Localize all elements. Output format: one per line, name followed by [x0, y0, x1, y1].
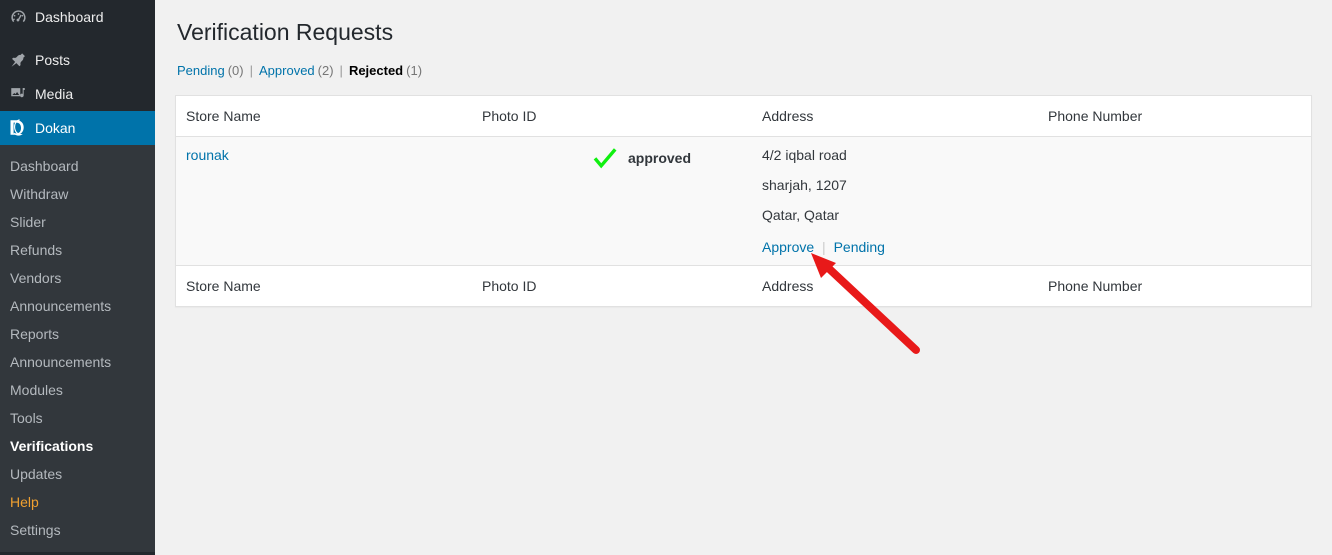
column-header-address[interactable]: Address	[752, 96, 1038, 137]
store-name-link[interactable]: rounak	[186, 147, 229, 163]
column-header-photo-id[interactable]: Photo ID	[472, 96, 752, 137]
sidebar-item-media[interactable]: Media	[0, 77, 155, 111]
status-filter-rejected: Rejected (1)	[349, 61, 422, 81]
submenu-item-announcements-2[interactable]: Announcements	[0, 348, 155, 376]
address-line-1: 4/2 iqbal road	[762, 147, 847, 163]
main-content: Verification Requests Pending (0) | Appr…	[155, 0, 1332, 555]
dashboard-gauge-icon	[1, 0, 35, 34]
status-filter-list: Pending (0) | Approved (2) | Rejected (1…	[175, 61, 1312, 81]
status-filter-approved-count: (2)	[317, 63, 334, 78]
sidebar-item-label: Posts	[35, 52, 71, 68]
photo-id-status-label: approved	[628, 150, 692, 166]
pending-link[interactable]: Pending	[834, 239, 885, 255]
status-filter-pending: Pending (0) |	[177, 61, 259, 81]
column-footer-store-name[interactable]: Store Name	[176, 265, 472, 306]
status-filter-approved: Approved (2) |	[259, 61, 349, 81]
column-header-phone-number[interactable]: Phone Number	[1038, 96, 1311, 137]
column-footer-phone-number[interactable]: Phone Number	[1038, 265, 1311, 306]
cell-store-name: rounak	[176, 137, 472, 265]
green-check-icon	[592, 145, 618, 171]
submenu-item-verifications[interactable]: Verifications	[0, 432, 155, 460]
column-header-store-name[interactable]: Store Name	[176, 96, 472, 137]
cell-phone-number	[1038, 137, 1311, 265]
status-filter-pending-count: (0)	[227, 63, 244, 78]
row-actions: Approve | Pending	[762, 237, 1028, 257]
filter-separator: |	[339, 63, 343, 78]
sidebar-item-posts[interactable]: Posts	[0, 43, 155, 77]
sidebar-item-label: Dokan	[35, 120, 76, 136]
submenu-item-announcements[interactable]: Announcements	[0, 292, 155, 320]
verification-requests-table: Store Name Photo ID Address Phone Number…	[175, 95, 1312, 307]
sidebar-item-dashboard[interactable]: Dashboard	[0, 0, 155, 34]
column-footer-address[interactable]: Address	[752, 265, 1038, 306]
submenu-item-slider[interactable]: Slider	[0, 208, 155, 236]
address-line-3: Qatar, Qatar	[762, 207, 840, 223]
table-body: rounak approved 4/2 iqbal road sharjah, …	[176, 137, 1311, 265]
table-head: Store Name Photo ID Address Phone Number	[176, 96, 1311, 137]
table-row: rounak approved 4/2 iqbal road sharjah, …	[176, 137, 1311, 265]
cell-address: 4/2 iqbal road sharjah, 1207 Qatar, Qata…	[752, 137, 1038, 265]
sidebar-item-label: Dashboard	[35, 9, 104, 25]
photo-id-status: approved	[592, 145, 691, 171]
submenu-item-updates[interactable]: Updates	[0, 460, 155, 488]
page-title: Verification Requests	[177, 19, 394, 45]
submenu-item-withdraw[interactable]: Withdraw	[0, 180, 155, 208]
submenu-item-dashboard[interactable]: Dashboard	[0, 152, 155, 180]
status-filter-rejected-count: (1)	[406, 63, 423, 78]
sidebar-separator	[0, 34, 155, 43]
submenu-item-vendors[interactable]: Vendors	[0, 264, 155, 292]
screen-root: Dashboard Posts Media Dokan Dashboard Wi…	[0, 0, 1332, 555]
filter-separator: |	[249, 63, 253, 78]
submenu-item-refunds[interactable]: Refunds	[0, 236, 155, 264]
submenu-item-settings[interactable]: Settings	[0, 516, 155, 544]
pin-icon	[1, 43, 35, 77]
sidebar-item-dokan[interactable]: Dokan	[0, 111, 155, 145]
cell-photo-id: approved	[472, 137, 752, 265]
page-wrap: Verification Requests Pending (0) | Appr…	[155, 0, 1332, 307]
admin-sidebar: Dashboard Posts Media Dokan Dashboard Wi…	[0, 0, 155, 555]
dokan-d-icon	[1, 111, 35, 145]
submenu-item-tools[interactable]: Tools	[0, 404, 155, 432]
dokan-submenu: Dashboard Withdraw Slider Refunds Vendor…	[0, 145, 155, 552]
status-filter-rejected-link[interactable]: Rejected	[349, 61, 403, 81]
row-action-separator: |	[822, 239, 826, 255]
status-filter-pending-link[interactable]: Pending	[177, 61, 225, 81]
status-filter-approved-link[interactable]: Approved	[259, 61, 315, 81]
table-footer-row: Store Name Photo ID Address Phone Number	[176, 265, 1311, 306]
sidebar-item-label: Media	[35, 86, 74, 102]
submenu-item-help[interactable]: Help	[0, 488, 155, 516]
column-footer-photo-id[interactable]: Photo ID	[472, 265, 752, 306]
submenu-item-reports[interactable]: Reports	[0, 320, 155, 348]
submenu-item-modules[interactable]: Modules	[0, 376, 155, 404]
table-foot: Store Name Photo ID Address Phone Number	[176, 265, 1311, 306]
media-icon	[1, 77, 35, 111]
address-line-2: sharjah, 1207	[762, 177, 847, 193]
approve-link[interactable]: Approve	[762, 239, 814, 255]
table-header-row: Store Name Photo ID Address Phone Number	[176, 96, 1311, 137]
